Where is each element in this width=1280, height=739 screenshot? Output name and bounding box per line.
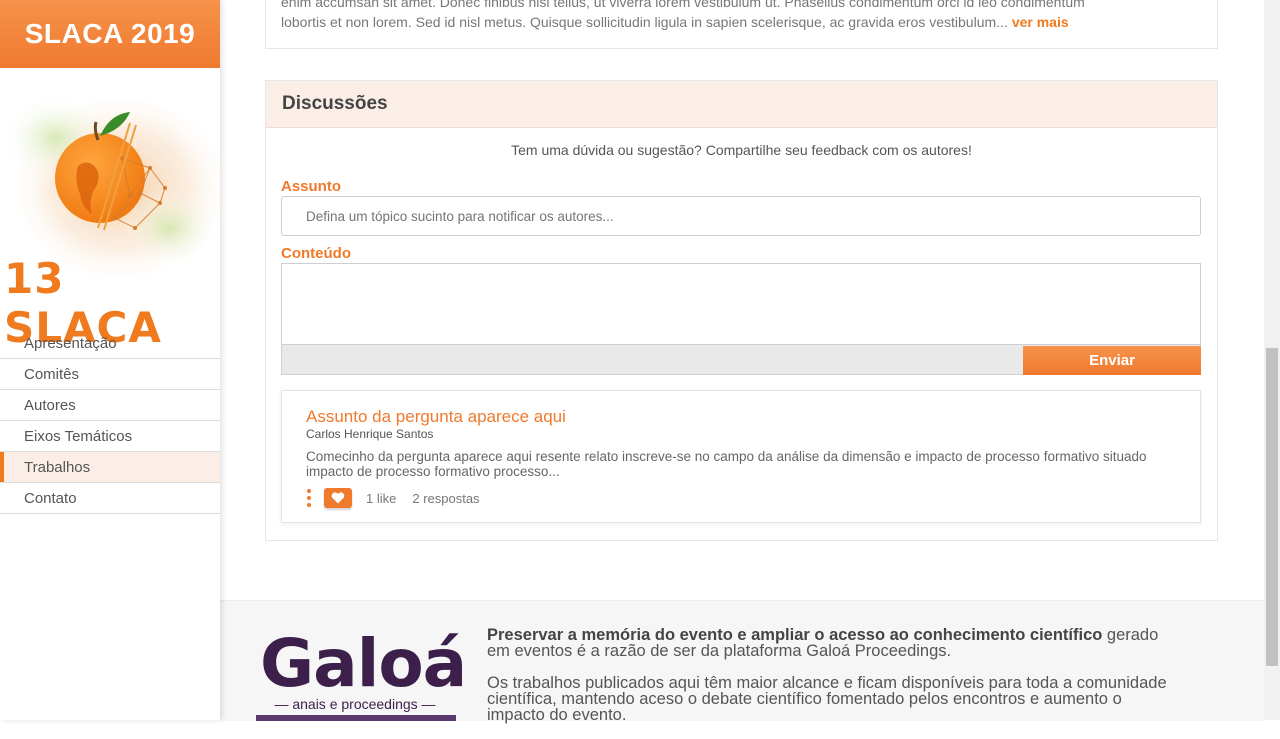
sidebar-item-eixos-tematicos[interactable]: Eixos Temáticos	[0, 421, 220, 452]
sidebar-item-apresentacao[interactable]: Apresentação	[0, 328, 220, 359]
galoa-logo[interactable]: Galoá	[260, 625, 467, 702]
footer: Galoá — anais e proceedings — Preservar …	[220, 600, 1264, 723]
question-card: Assunto da pergunta aparece aqui Carlos …	[281, 390, 1201, 523]
abstract-card: enim accumsan sit amet. Donec finibus ni…	[265, 0, 1218, 49]
event-brand[interactable]: SLACA 2019	[0, 0, 220, 68]
content-toolbar: Enviar	[281, 344, 1201, 375]
question-body: Comecinho da pergunta aparece aqui resen…	[306, 449, 1147, 479]
abstract-line-1: enim accumsan sit amet. Donec finibus ni…	[281, 0, 1085, 10]
sidebar-item-comites[interactable]: Comitês	[0, 359, 220, 390]
question-author: Carlos Henrique Santos	[306, 427, 434, 441]
discussion-title: Discussões	[266, 81, 1217, 128]
content-textarea[interactable]	[281, 263, 1201, 345]
reply-count[interactable]: 2 respostas	[412, 491, 479, 506]
sidebar-item-autores[interactable]: Autores	[0, 390, 220, 421]
like-count: 1 like	[366, 490, 397, 506]
discussion-card: Discussões Tem uma dúvida ou sugestão? C…	[265, 80, 1218, 541]
sidebar-item-trabalhos[interactable]: Trabalhos	[0, 452, 220, 483]
more-options-icon[interactable]	[306, 489, 312, 507]
abstract-text: enim accumsan sit amet. Donec finibus ni…	[281, 0, 1201, 32]
sidebar: SLACA 2019 13 SLACA Apresentação Comitês…	[0, 0, 220, 720]
footer-p2: Os trabalhos publicados aqui têm maior a…	[487, 674, 1167, 724]
send-button[interactable]: Enviar	[1023, 346, 1201, 375]
see-more-link[interactable]: ver mais	[1012, 14, 1069, 30]
question-actions: 1 like 2 respostas	[306, 487, 480, 509]
subject-input[interactable]	[281, 196, 1201, 236]
question-title[interactable]: Assunto da pergunta aparece aqui	[306, 407, 566, 427]
page-scrollbar[interactable]	[1264, 0, 1280, 720]
subject-label: Assunto	[281, 178, 341, 195]
main-content: enim accumsan sit amet. Donec finibus ni…	[220, 0, 1264, 723]
abstract-line-2: lobortis et non lorem. Sed id nisl metus…	[281, 14, 1008, 30]
galoa-bar	[256, 715, 456, 721]
heart-icon	[331, 492, 345, 504]
sidebar-nav: Apresentação Comitês Autores Eixos Temát…	[0, 328, 220, 514]
event-logo: 13 SLACA	[0, 68, 220, 352]
content-label: Conteúdo	[281, 245, 351, 262]
footer-text: Preservar a memória do evento e ampliar …	[487, 627, 1177, 739]
like-button[interactable]	[324, 488, 352, 508]
discussion-subtitle: Tem uma dúvida ou sugestão? Compartilhe …	[511, 142, 972, 158]
sidebar-item-contato[interactable]: Contato	[0, 483, 220, 514]
galoa-tagline: — anais e proceedings —	[274, 696, 436, 712]
orange-globe-logo-icon	[0, 93, 220, 278]
scrollbar-thumb[interactable]	[1266, 348, 1278, 666]
